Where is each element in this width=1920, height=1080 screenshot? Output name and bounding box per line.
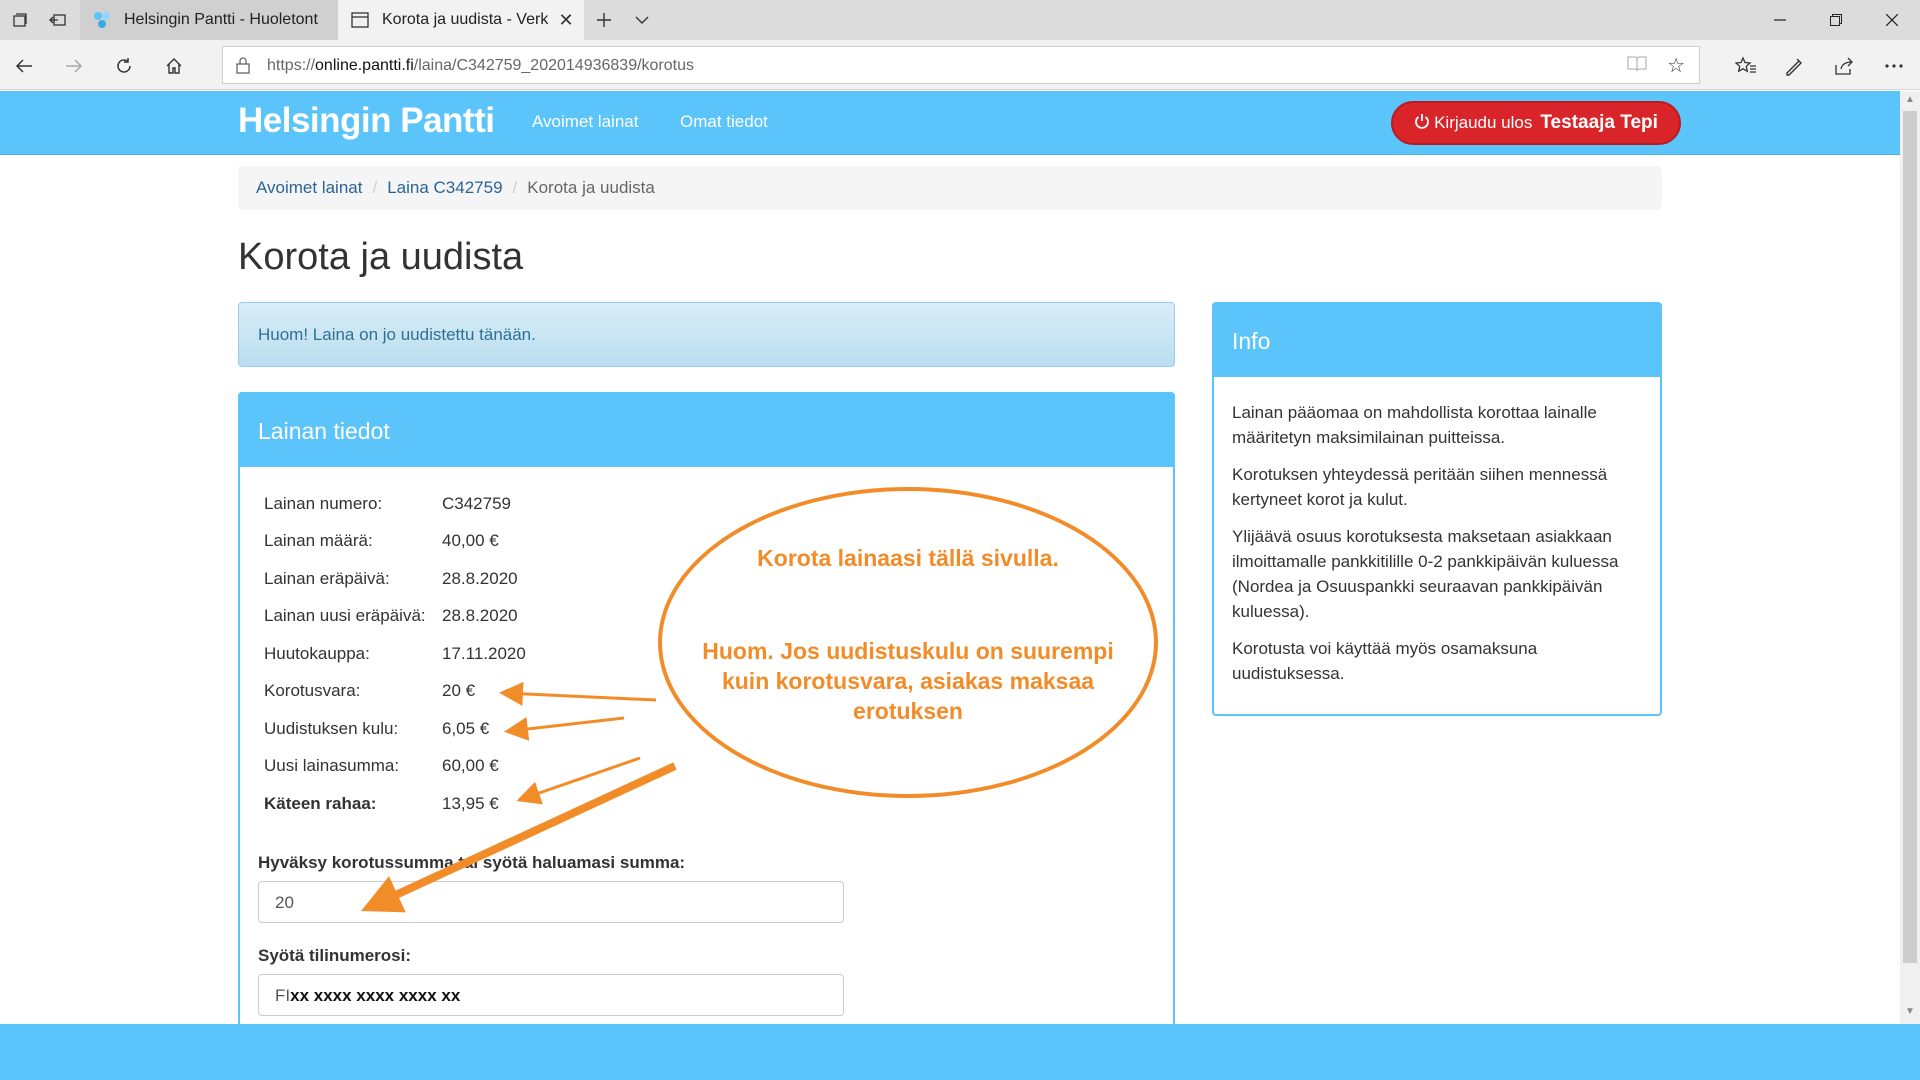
account-prefix: FI — [275, 986, 291, 1005]
tab-helsingin-pantti[interactable]: Helsingin Pantti - Huoletont — [80, 0, 338, 40]
tab-list-icon[interactable] — [8, 8, 32, 32]
info-panel-heading: Info — [1214, 304, 1660, 377]
account-label: Syötä tilinumerosi: — [258, 946, 412, 965]
reading-view-icon[interactable] — [1627, 55, 1647, 78]
detail-label: Käteen rahaa: — [264, 794, 377, 813]
page-title: Korota ja uudista — [238, 236, 524, 278]
tab-title: Helsingin Pantti - Huoletont — [124, 11, 318, 28]
tab-dropdown-icon[interactable] — [630, 8, 654, 32]
info-panel-body: Lainan pääomaa on mahdollista korottaa l… — [1232, 400, 1647, 698]
info-paragraph: Lainan pääomaa on mahdollista korottaa l… — [1232, 403, 1597, 447]
amount-label: Hyväksy korotussumma tai syötä haluamasi… — [258, 853, 686, 872]
maximize-icon[interactable] — [1808, 0, 1864, 40]
breadcrumb-separator: / — [512, 178, 518, 197]
refresh-icon[interactable] — [110, 52, 138, 80]
minimize-icon[interactable] — [1752, 0, 1808, 40]
detail-value: 20 € — [442, 681, 476, 700]
breadcrumb-separator: / — [372, 178, 378, 197]
tab-title: Korota ja uudista - Verk — [382, 11, 549, 28]
browser-tab-bar: Helsingin Pantti - Huoletont Korota ja u… — [0, 0, 1920, 40]
detail-label: Uudistuksen kulu: — [264, 719, 399, 738]
favorites-hub-icon[interactable] — [1732, 52, 1760, 80]
detail-value: 13,95 € — [442, 794, 499, 813]
logout-label: Kirjaudu ulos — [1434, 113, 1533, 132]
account-number-input[interactable]: FIxx xxxx xxxx xxxx xx — [258, 974, 844, 1016]
loan-panel-heading: Lainan tiedot — [240, 394, 1173, 467]
scroll-up-arrow-icon[interactable]: ▲ — [1900, 91, 1920, 109]
account-value: xx xxxx xxxx xxxx xx — [290, 986, 461, 1005]
home-icon[interactable] — [160, 52, 188, 80]
lock-icon[interactable] — [235, 56, 253, 74]
amount-input[interactable]: 20 — [258, 881, 844, 923]
detail-label: Lainan määrä: — [264, 531, 373, 550]
breadcrumb-avoimet-lainat[interactable]: Avoimet lainat — [256, 178, 362, 198]
close-window-icon[interactable] — [1864, 0, 1920, 40]
breadcrumb: Avoimet lainat / Laina C342759 / Korota … — [238, 166, 1662, 210]
detail-label: Korotusvara: — [264, 681, 361, 700]
tab-korota-ja-uudista[interactable]: Korota ja uudista - Verk ✕ — [338, 0, 584, 40]
url-text: https://online.pantti.fi/laina/C342759_2… — [267, 57, 694, 75]
page-scrollbar[interactable]: ▲ ▼ — [1900, 91, 1920, 1024]
detail-value: 6,05 € — [442, 719, 490, 738]
footer-band — [0, 1024, 1920, 1080]
url-path: /laina/C342759_202014936839/korotus — [413, 57, 694, 74]
nav-omat-tiedot[interactable]: Omat tiedot — [680, 112, 768, 132]
close-tab-icon[interactable]: ✕ — [556, 10, 576, 30]
detail-value: 60,00 € — [442, 756, 499, 775]
detail-label: Lainan eräpäivä: — [264, 569, 390, 588]
detail-value: 40,00 € — [442, 531, 499, 550]
info-alert: Huom! Laina on jo uudistettu tänään. — [238, 302, 1175, 367]
detail-label: Lainan uusi eräpäivä: — [264, 606, 426, 625]
set-aside-tabs-icon[interactable] — [46, 8, 70, 32]
power-icon — [1414, 113, 1430, 134]
brand-logo[interactable]: Helsingin Pantti — [238, 101, 495, 141]
url-prefix: https:// — [267, 57, 316, 74]
url-host: online.pantti.fi — [315, 57, 414, 74]
forward-icon[interactable] — [60, 52, 88, 80]
share-icon[interactable] — [1830, 52, 1858, 80]
detail-label: Huutokauppa: — [264, 644, 370, 663]
detail-label: Uusi lainasumma: — [264, 756, 400, 775]
info-panel: Info Lainan pääomaa on mahdollista korot… — [1212, 302, 1662, 716]
nav-avoimet-lainat[interactable]: Avoimet lainat — [532, 112, 638, 132]
logout-button[interactable]: Kirjaudu ulos Testaaja Tepi — [1391, 101, 1681, 145]
more-icon[interactable] — [1880, 52, 1908, 80]
scrollbar-thumb[interactable] — [1903, 111, 1917, 963]
page-icon — [350, 10, 370, 30]
breadcrumb-laina[interactable]: Laina C342759 — [387, 178, 502, 198]
info-paragraph: Korotusta voi käyttää myös osamaksuna uu… — [1232, 639, 1538, 683]
info-paragraph: Korotuksen yhteydessä peritään siihen me… — [1232, 465, 1608, 509]
detail-value: 28.8.2020 — [442, 606, 518, 625]
scroll-down-arrow-icon[interactable]: ▼ — [1900, 1003, 1920, 1021]
breadcrumb-current: Korota ja uudista — [527, 178, 655, 197]
site-favicon-icon — [92, 10, 112, 30]
user-name: Testaaja Tepi — [1540, 112, 1658, 133]
site-header: Helsingin Pantti Avoimet lainat Omat tie… — [0, 91, 1900, 155]
browser-toolbar: https://online.pantti.fi/laina/C342759_2… — [0, 40, 1920, 90]
address-bar[interactable]: https://online.pantti.fi/laina/C342759_2… — [222, 46, 1700, 84]
detail-label: Lainan numero: — [264, 494, 383, 513]
detail-value: 17.11.2020 — [442, 644, 526, 663]
favorite-star-icon[interactable]: ☆ — [1667, 53, 1685, 78]
detail-value: 28.8.2020 — [442, 569, 518, 588]
info-paragraph: Ylijäävä osuus korotuksesta maksetaan as… — [1232, 527, 1619, 621]
back-icon[interactable] — [10, 52, 38, 80]
new-tab-icon[interactable] — [592, 8, 616, 32]
detail-value: C342759 — [442, 494, 512, 513]
pen-icon[interactable] — [1780, 52, 1808, 80]
annotation-text-2: Huom. Jos uudistuskulu on suurempi kuin … — [702, 638, 1114, 724]
annotation-text-1: Korota lainaasi tällä sivulla. — [757, 545, 1059, 571]
